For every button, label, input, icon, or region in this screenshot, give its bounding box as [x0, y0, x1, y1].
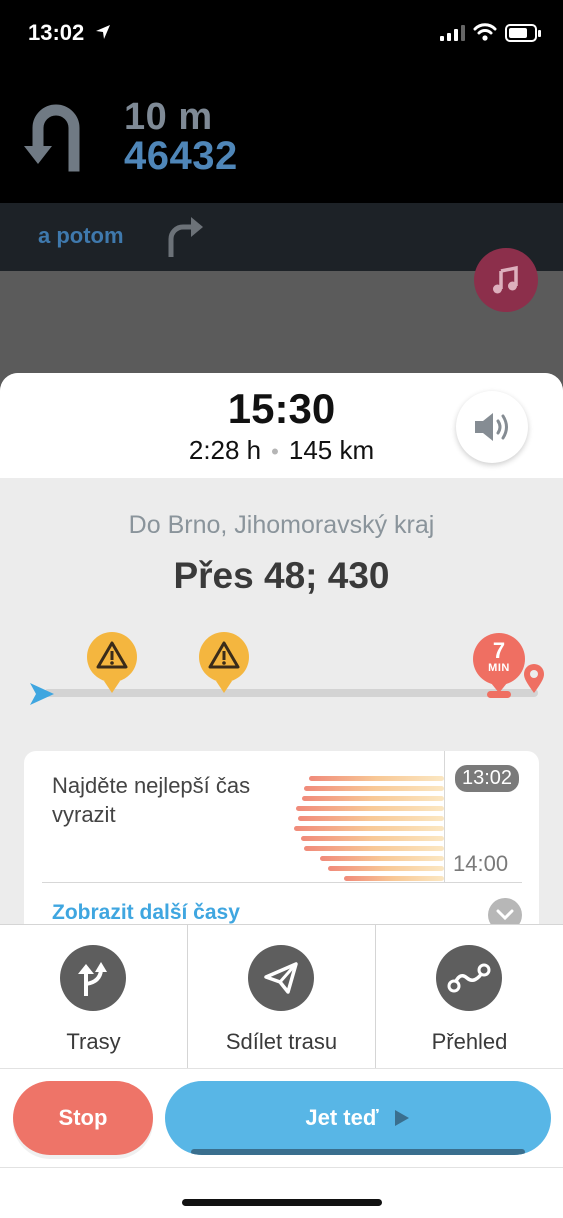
- departure-time-chart: [294, 771, 444, 881]
- play-icon: [394, 1110, 409, 1126]
- cellular-signal-icon: [440, 25, 465, 41]
- share-route-label: Sdílet trasu: [225, 1029, 338, 1054]
- then-label: a potom: [38, 223, 124, 248]
- best-time-text: Najděte nejlepší čas vyrazit: [52, 773, 251, 827]
- show-more-times-link[interactable]: Zobrazit další časy: [52, 901, 240, 925]
- battery-icon: [505, 24, 541, 42]
- traffic-delay-unit: MIN: [488, 662, 510, 674]
- sound-button[interactable]: [456, 391, 528, 463]
- time-bar: [304, 846, 444, 851]
- traffic-delay-value: 7: [492, 638, 506, 663]
- next-instruction-bar: a potom: [0, 203, 563, 271]
- trip-duration: 2:28 h: [188, 435, 262, 465]
- music-button[interactable]: [474, 248, 538, 312]
- time-bar: [320, 856, 444, 861]
- turn-instruction[interactable]: 10 m 46432: [0, 70, 563, 203]
- status-time: 13:02: [28, 20, 85, 45]
- destination: Do Brno, Jihomoravský kraj: [128, 511, 435, 539]
- separator-dot: •: [271, 439, 279, 464]
- action-row: Trasy Sdílet trasu Přehled: [0, 924, 563, 1069]
- trip-summary: 15:30 2:28 h • 145 km: [0, 373, 563, 478]
- trip-distance: 145 km: [288, 435, 375, 465]
- time-bar: [298, 816, 444, 821]
- home-indicator[interactable]: [182, 1199, 382, 1206]
- turn-distance: 10 m: [124, 96, 213, 138]
- go-now-button[interactable]: Jet teď: [165, 1081, 551, 1155]
- end-time-label: 14:00: [453, 851, 509, 876]
- time-bar: [309, 776, 444, 781]
- traffic-delay-marker[interactable]: 7 MIN: [472, 633, 526, 699]
- status-bar: 13:02: [0, 0, 563, 70]
- route-overview-icon: [436, 945, 502, 1011]
- send-icon: [248, 945, 314, 1011]
- turn-right-icon: [168, 217, 203, 257]
- time-bar: [294, 826, 444, 831]
- street-name: 46432: [124, 134, 238, 178]
- speaker-icon: [475, 413, 508, 441]
- best-departure-card[interactable]: Najděte nejlepší čas vyrazit 13:02 14:00…: [24, 751, 539, 951]
- countdown-progress: [191, 1149, 525, 1155]
- time-bar: [328, 866, 444, 871]
- destination-pin-icon: [524, 664, 544, 693]
- routes-action[interactable]: Trasy: [0, 925, 188, 1069]
- divider: [0, 1167, 563, 1168]
- current-time-badge: 13:02: [455, 765, 520, 792]
- current-position-icon: [30, 683, 54, 705]
- time-bar: [302, 796, 444, 801]
- route-via: Přes 48; 430: [173, 555, 390, 596]
- card-divider: [444, 751, 445, 882]
- time-bar: [344, 876, 444, 881]
- wifi-icon: [473, 23, 497, 41]
- bottom-bar: Stop Jet teď: [0, 1068, 563, 1218]
- time-bar: [304, 786, 444, 791]
- hazard-warning-icon[interactable]: [196, 631, 252, 695]
- u-turn-icon: [24, 104, 80, 172]
- overview-action[interactable]: Přehled: [376, 925, 563, 1069]
- music-icon: [493, 265, 518, 294]
- share-route-action[interactable]: Sdílet trasu: [188, 925, 376, 1069]
- time-bar: [301, 836, 444, 841]
- card-divider: [42, 882, 522, 883]
- stop-button[interactable]: Stop: [13, 1081, 153, 1155]
- stop-label: Stop: [58, 1105, 108, 1130]
- overview-label: Přehled: [431, 1029, 508, 1054]
- go-now-label: Jet teď: [305, 1105, 379, 1130]
- hazard-warning-icon[interactable]: [84, 631, 140, 695]
- location-arrow-icon: [96, 25, 110, 39]
- route-fork-icon: [60, 945, 126, 1011]
- routes-label: Trasy: [66, 1029, 121, 1054]
- time-bar: [296, 806, 444, 811]
